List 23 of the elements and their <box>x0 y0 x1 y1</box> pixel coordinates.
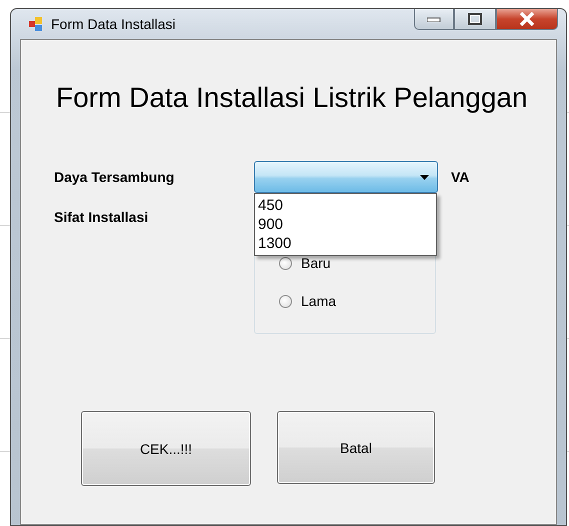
minimize-icon <box>427 16 441 22</box>
radio-button[interactable] <box>279 256 292 270</box>
field-label: Sifat Installasi <box>54 208 150 227</box>
maximize-button[interactable] <box>454 9 496 30</box>
dropdown-arrow-icon <box>420 175 429 180</box>
close-icon <box>519 12 535 26</box>
field-label: Daya Tersambung <box>54 168 176 187</box>
dropdown-option[interactable]: 900 <box>258 215 433 234</box>
radio-label[interactable]: Baru <box>301 255 331 271</box>
dropdown-option[interactable]: 1300 <box>258 234 433 253</box>
maximize-icon <box>468 13 482 25</box>
minimize-button[interactable] <box>414 9 454 30</box>
dropdown-field[interactable] <box>254 161 438 193</box>
check-button[interactable]: CEK...!!! <box>81 411 251 486</box>
window-icon <box>29 17 43 31</box>
radio-button[interactable] <box>279 294 292 308</box>
form-heading: Form Data Installasi Listrik Pelanggan <box>56 83 529 113</box>
dropdown-option[interactable]: 450 <box>258 196 433 215</box>
unit-label: VA <box>451 168 470 187</box>
radio-label[interactable]: Lama <box>301 293 336 309</box>
cancel-button[interactable]: Batal <box>277 411 435 484</box>
window-title: Form Data Installasi <box>51 16 176 32</box>
close-button[interactable] <box>496 9 558 30</box>
